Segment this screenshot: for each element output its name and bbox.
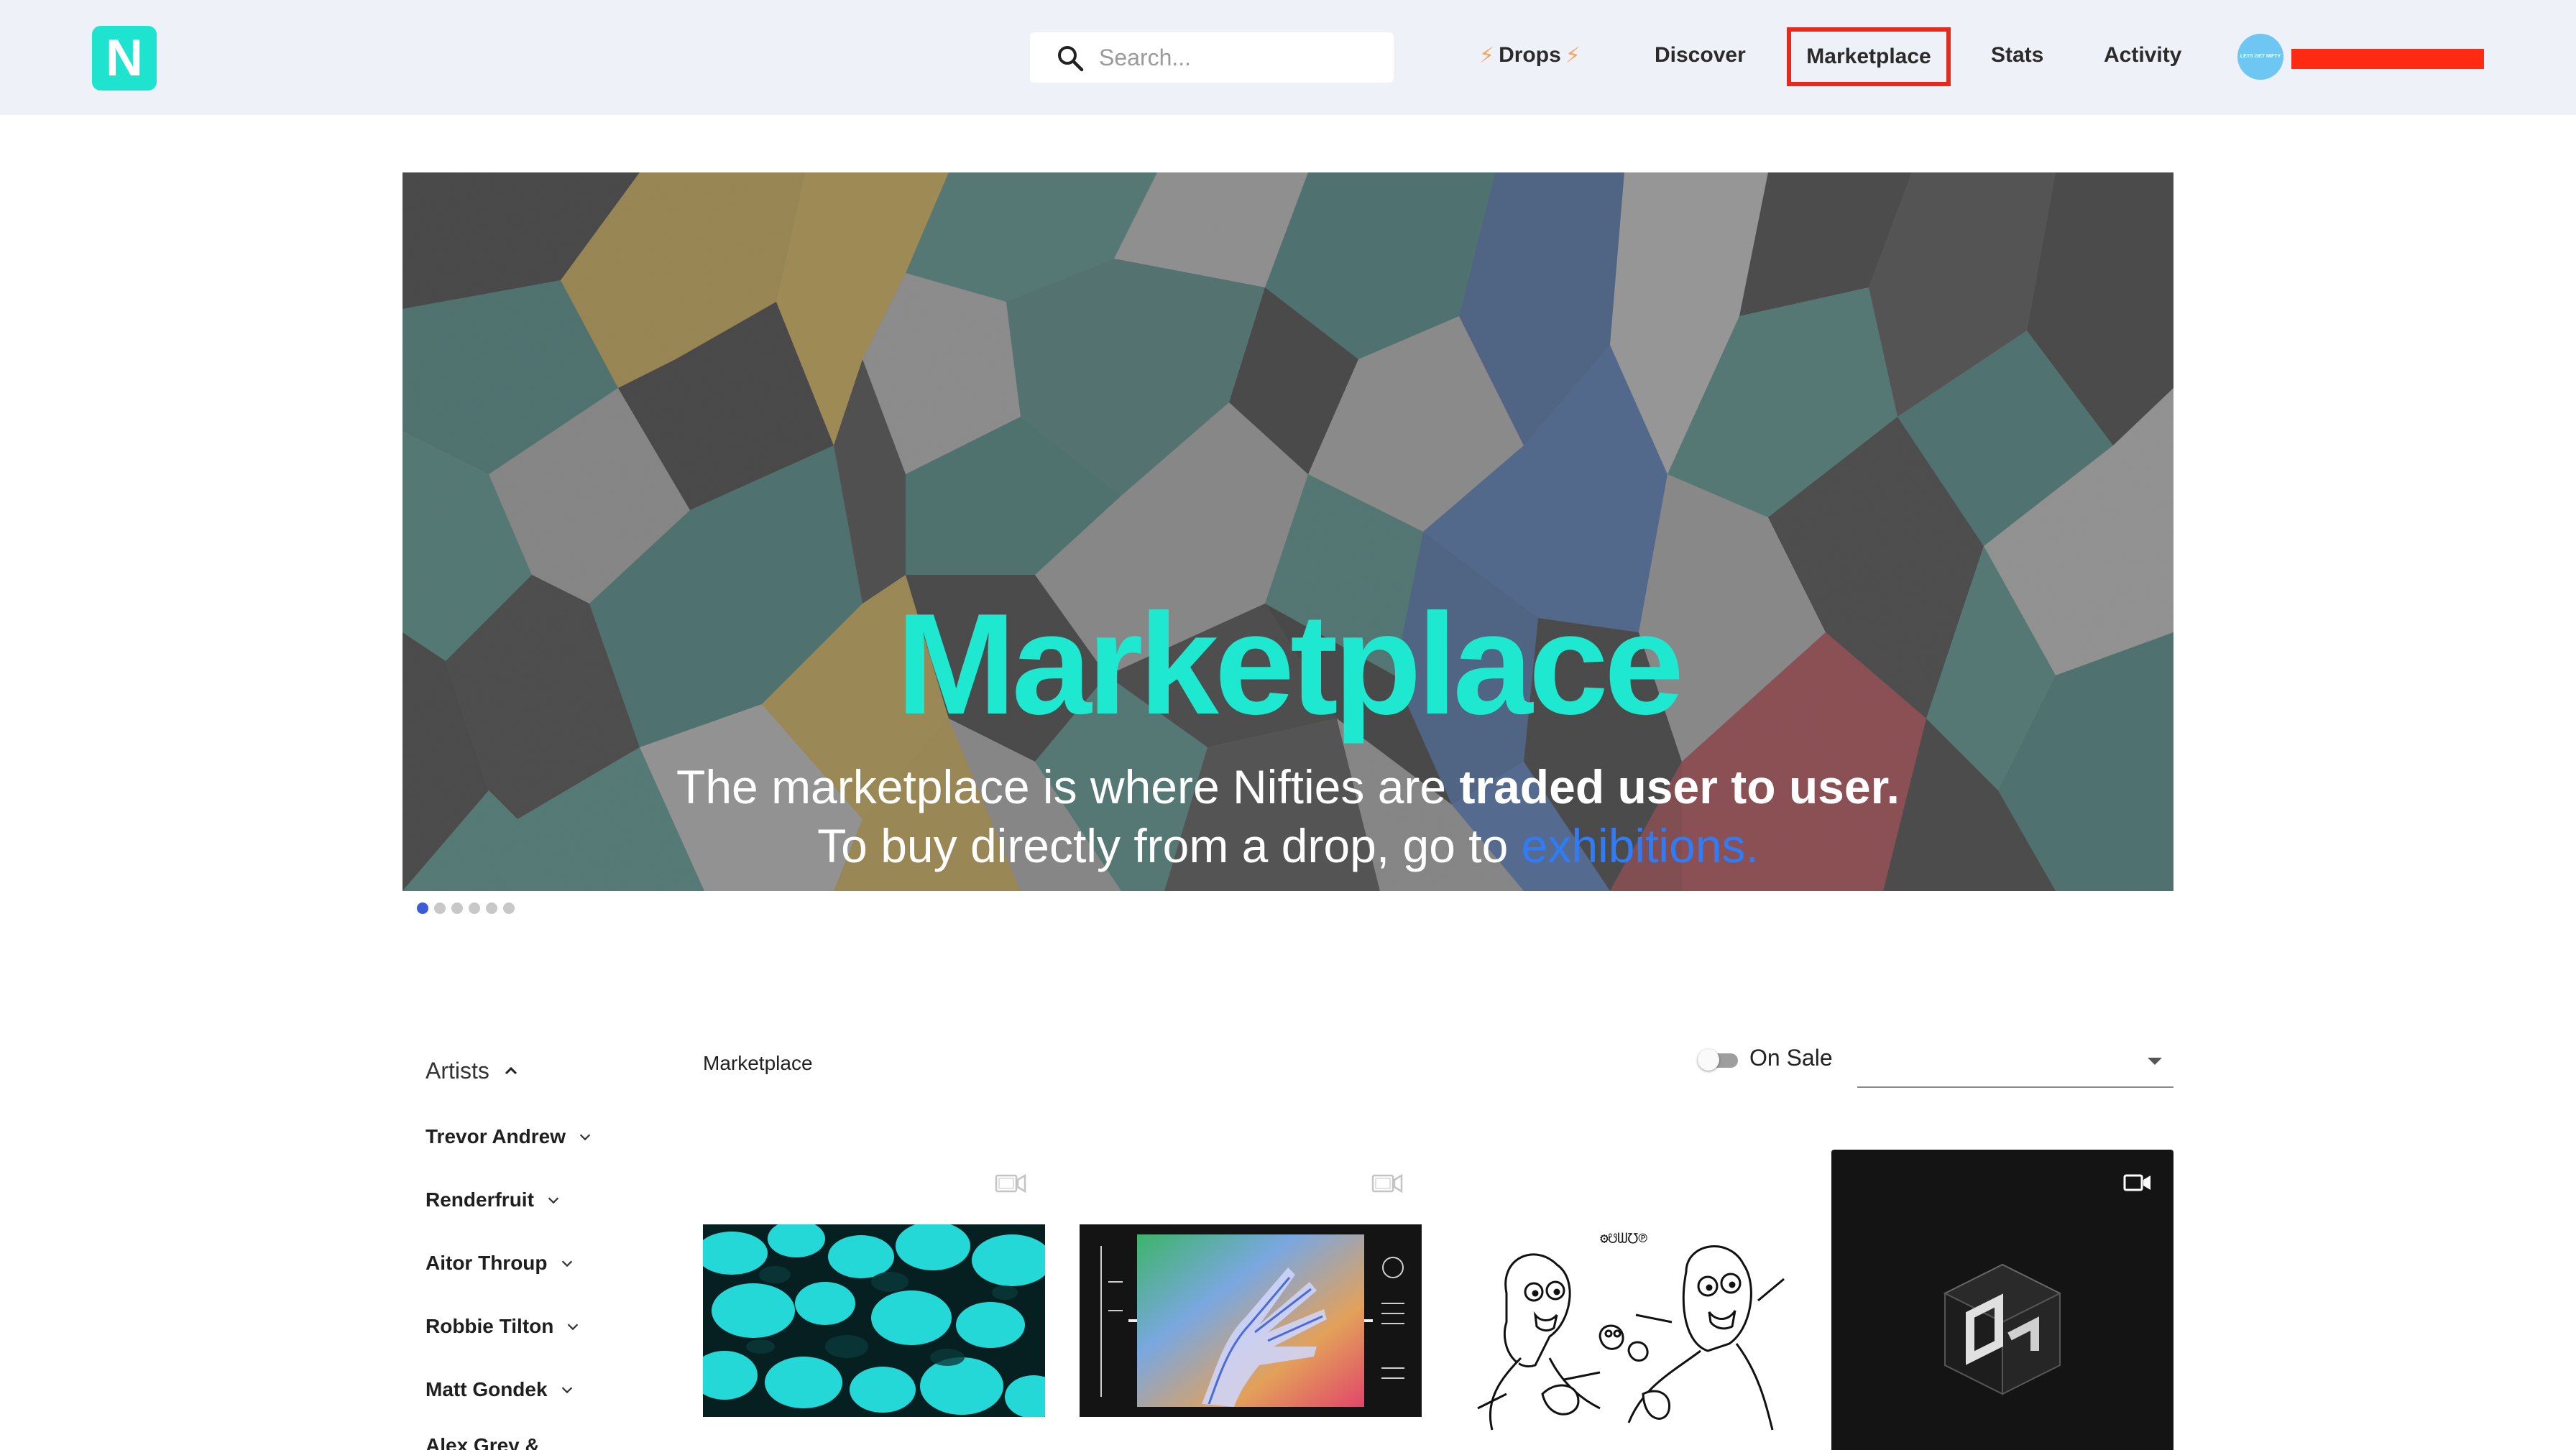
search-input[interactable] xyxy=(1099,40,1379,75)
nft-artwork: ⚙☋ᗯ℧℗ xyxy=(1477,1229,1785,1431)
hero-subtitle-line1: The marketplace is where Nifties are tra… xyxy=(402,763,2174,811)
search-box[interactable] xyxy=(1030,32,1394,83)
hero-banner: Marketplace The marketplace is where Nif… xyxy=(402,172,2174,891)
search-icon xyxy=(1058,46,1084,72)
nav-marketplace[interactable]: Marketplace xyxy=(1787,27,1951,86)
chevron-down-icon xyxy=(579,1134,591,1141)
artist-filter-item[interactable]: Robbie Tilton xyxy=(426,1315,581,1338)
hero-line1-bold: traded user to user. xyxy=(1459,760,1900,813)
artist-name: Renderfruit xyxy=(426,1188,534,1211)
breadcrumb: Marketplace xyxy=(703,1052,813,1074)
chevron-down-icon xyxy=(561,1260,572,1267)
artist-name: Robbie Tilton xyxy=(426,1315,554,1337)
hero-line1-text: The marketplace is where Nifties are xyxy=(676,760,1460,813)
video-icon xyxy=(1371,1173,1403,1193)
nav-drops-label: Drops xyxy=(1499,43,1561,67)
carousel-dot[interactable] xyxy=(503,902,515,914)
nav-stats[interactable]: Stats xyxy=(1991,37,2043,73)
sort-select[interactable] xyxy=(1857,1040,2174,1088)
top-header: N ⚡ Drops ⚡ Discover Marketplace Stats A… xyxy=(0,0,2576,115)
nft-card-thumbnail[interactable] xyxy=(703,1224,1045,1417)
redacted-username xyxy=(2291,49,2484,69)
artist-filter-item[interactable]: Renderfruit xyxy=(426,1188,561,1211)
dropdown-caret-icon xyxy=(2148,1058,2162,1065)
lightning-icon: ⚡ xyxy=(1479,43,1495,68)
chevron-down-icon xyxy=(561,1387,572,1394)
chevron-up-icon xyxy=(505,1066,517,1074)
nft-card-thumbnail[interactable]: ⚙☋ᗯ℧℗ xyxy=(1456,1214,1798,1450)
nft-card-thumbnail[interactable] xyxy=(1080,1224,1422,1417)
artist-name: Trevor Andrew xyxy=(426,1125,566,1147)
nav-drops[interactable]: ⚡ Drops ⚡ xyxy=(1475,37,1585,73)
on-sale-label: On Sale xyxy=(1749,1045,1833,1071)
carousel-dot[interactable] xyxy=(417,902,428,914)
artist-name: Alex Grey & xyxy=(426,1434,540,1450)
carousel-dot[interactable] xyxy=(451,902,463,914)
chevron-down-icon xyxy=(568,1324,579,1331)
nifty-logo[interactable]: N xyxy=(92,26,157,91)
artist-filter-item[interactable]: Matt Gondek xyxy=(426,1378,575,1401)
chevron-down-icon xyxy=(548,1197,559,1204)
nft-artwork xyxy=(1080,1224,1422,1417)
exhibitions-link[interactable]: exhibitions. xyxy=(1522,819,1759,872)
nft-artwork xyxy=(703,1224,1045,1417)
video-icon xyxy=(995,1173,1026,1193)
video-icon xyxy=(2123,1174,2150,1191)
artist-name: Matt Gondek xyxy=(426,1378,548,1400)
on-sale-toggle[interactable] xyxy=(1698,1048,1741,1071)
artist-filter-item[interactable]: Alex Grey & xyxy=(426,1434,540,1450)
svg-text:⚙☋ᗯ℧℗: ⚙☋ᗯ℧℗ xyxy=(1600,1229,1648,1247)
nft-artwork xyxy=(1943,1263,2062,1395)
hero-line2-text: To buy directly from a drop, go to xyxy=(817,819,1522,872)
artists-label: Artists xyxy=(426,1058,489,1084)
carousel-dot[interactable] xyxy=(469,902,480,914)
user-avatar[interactable]: LETS GET NIFTY xyxy=(2237,34,2283,80)
hero-title: Marketplace xyxy=(896,584,1684,744)
artist-name: Aitor Throup xyxy=(426,1252,548,1274)
hero-subtitle-line2: To buy directly from a drop, go to exhib… xyxy=(402,822,2174,869)
logo-letter: N xyxy=(106,29,143,87)
avatar-text: LETS GET NIFTY xyxy=(2240,54,2281,60)
nft-card-thumbnail[interactable] xyxy=(1831,1150,2174,1450)
toggle-knob xyxy=(1698,1049,1719,1071)
artist-filter-item[interactable]: Aitor Throup xyxy=(426,1252,575,1275)
artists-filter-toggle[interactable]: Artists xyxy=(426,1058,520,1084)
nav-discover[interactable]: Discover xyxy=(1655,37,1746,73)
artist-filter-item[interactable]: Trevor Andrew xyxy=(426,1125,593,1148)
carousel-dot[interactable] xyxy=(486,902,497,914)
carousel-dot[interactable] xyxy=(434,902,446,914)
nav-activity[interactable]: Activity xyxy=(2104,37,2181,73)
lightning-icon: ⚡ xyxy=(1565,43,1581,68)
carousel-indicators xyxy=(417,902,515,914)
